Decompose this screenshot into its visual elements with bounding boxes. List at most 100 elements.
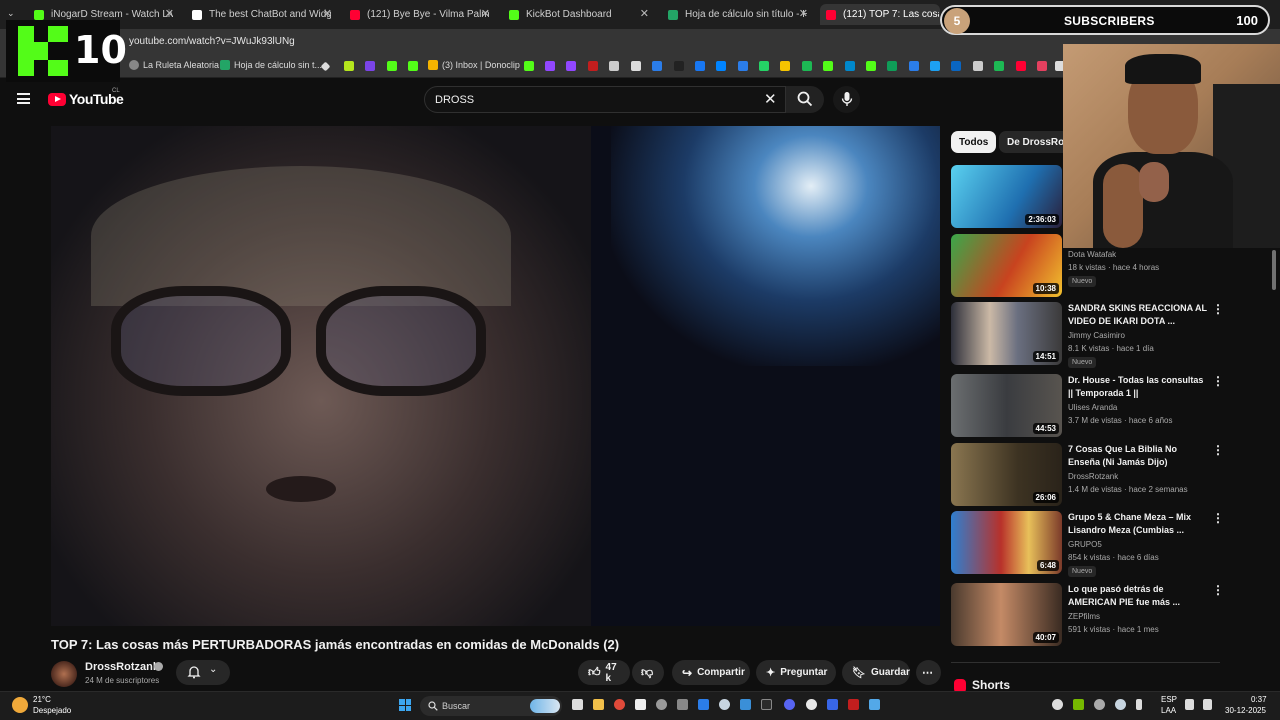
bookmark-item[interactable]: Hoja de cálculo sin t... [220,60,322,70]
tab-close-icon[interactable]: ✕ [323,7,332,20]
browser-tab[interactable]: (121) Bye Bye - Vilma Palma e ✕ [344,4,496,25]
kebab-menu-icon[interactable]: ⋮ [1212,511,1224,525]
steam-tray-icon[interactable] [1115,699,1126,710]
url-text[interactable]: youtube.com/watch?v=JWuJk93lUNg [129,36,295,47]
bookmark-item[interactable]: (3) Inbox | Donoclip [428,60,520,70]
input-language[interactable]: ESP [1161,695,1177,704]
bookmark-icon[interactable] [387,61,397,71]
channel-name[interactable]: DrossRotzank [85,661,159,673]
volume-icon[interactable] [1203,699,1212,710]
dislike-button[interactable]: 👎︎ [632,660,664,685]
bookmark-icon[interactable] [631,61,641,71]
ask-button[interactable]: ✦ Preguntar [756,660,836,685]
save-button[interactable]: 🔖︎ Guardar [842,660,910,685]
bookmark-icon[interactable] [588,61,598,71]
notification-bell-button[interactable]: ⌄ [176,660,230,685]
app-icon[interactable] [740,699,751,710]
nvidia-icon[interactable] [1073,699,1084,710]
task-view-icon[interactable] [572,699,583,710]
bookmark-icon[interactable] [738,61,748,71]
tab-close-icon[interactable]: ✕ [481,7,490,20]
tab-close-icon[interactable]: ✕ [799,7,808,20]
related-video-channel[interactable]: GRUPO5 [1068,540,1102,549]
network-icon[interactable] [1185,699,1194,710]
voice-search-button[interactable] [833,86,860,113]
discord-icon[interactable] [784,699,795,710]
kebab-menu-icon[interactable]: ⋮ [1212,374,1224,388]
bookmark-icon[interactable] [951,61,961,71]
bookmark-icon[interactable] [344,61,354,71]
related-video-thumbnail[interactable]: 40:07 [951,583,1062,646]
app-icon[interactable] [848,699,859,710]
bookmark-icon[interactable] [930,61,940,71]
like-button[interactable]: 👍︎ 47 k [578,660,630,685]
chrome-icon[interactable] [614,699,625,710]
related-video-thumbnail[interactable]: 14:51 [951,302,1062,365]
bookmark-item[interactable]: La Ruleta Aleatoria [129,60,219,70]
app-icon[interactable] [677,699,688,710]
app-icon[interactable] [698,699,709,710]
related-video-channel[interactable]: Jimmy Casimiro [1068,331,1125,340]
start-button[interactable] [399,699,411,711]
search-button[interactable] [786,86,824,113]
app-icon[interactable] [869,699,880,710]
related-video-thumbnail[interactable]: 10:38 [951,234,1062,297]
bookmark-icon[interactable] [716,61,726,71]
related-video-thumbnail[interactable]: 44:53 [951,374,1062,437]
bookmark-icon[interactable] [973,61,983,71]
tab-list-dropdown-icon[interactable]: ⌄ [7,8,15,19]
related-video-channel[interactable]: ZEPfilms [1068,612,1100,621]
hamburger-menu-icon[interactable] [17,93,30,104]
kebab-menu-icon[interactable]: ⋮ [1212,583,1224,597]
bookmark-icon[interactable] [524,61,534,71]
bookmark-icon[interactable] [994,61,1004,71]
scrollbar[interactable] [1272,250,1276,290]
tab-close-icon[interactable]: ✕ [640,7,649,20]
related-video-channel[interactable]: Ulises Aranda [1068,403,1117,412]
bookmark-icon[interactable] [1016,61,1026,71]
browser-tab[interactable]: KickBot Dashboard ✕ [503,4,655,25]
related-video-thumbnail[interactable]: 26:06 [951,443,1062,506]
bookmark-icon[interactable] [866,61,876,71]
related-video-title[interactable]: Grupo 5 & Chane Meza – Mix Lisandro Meza… [1068,511,1208,537]
browser-tab[interactable]: Hoja de cálculo sin título - Hoja ✕ [662,4,814,25]
bookmark-icon[interactable] [674,61,684,71]
related-video-title[interactable]: Lo que pasó detrás de AMERICAN PIE fue m… [1068,583,1208,609]
kebab-menu-icon[interactable]: ⋮ [1212,302,1224,316]
clear-search-icon[interactable]: ✕ [764,90,777,108]
bookmark-icon[interactable] [802,61,812,71]
related-video-thumbnail[interactable]: 2:36:03 [951,165,1062,228]
weather-description[interactable]: Despejado [33,706,71,715]
keyboard-layout[interactable]: LAA [1161,706,1176,715]
search-input[interactable]: DROSS ✕ [424,86,786,113]
bookmark-icon[interactable] [909,61,919,71]
bookmark-icon[interactable] [365,61,375,71]
weather-moon-icon[interactable] [12,697,28,713]
related-video-channel[interactable]: Dota Watafak [1068,250,1116,259]
clock-date[interactable]: 30-12-2025 [1225,706,1266,715]
tray-icon[interactable] [1094,699,1105,710]
shorts-heading[interactable]: Shorts [972,678,1010,692]
tray-icon[interactable] [1136,699,1142,710]
related-video-title[interactable]: 7 Cosas Que La Biblia No Enseña (Ni Jamá… [1068,443,1208,469]
bookmark-icon[interactable] [887,61,897,71]
bookmark-icon[interactable] [545,61,555,71]
app-icon[interactable] [656,699,667,710]
tab-close-icon[interactable]: ✕ [165,7,174,20]
browser-tab-active[interactable]: (121) TOP 7: Las cosas más [820,4,940,25]
related-video-thumbnail[interactable]: 6:48 [951,511,1062,574]
steam-icon[interactable] [719,699,730,710]
bookmark-icon[interactable] [652,61,662,71]
app-icon[interactable] [806,699,817,710]
bookmark-icon[interactable] [845,61,855,71]
related-video-title[interactable]: Dr. House - Todas las consultas || Tempo… [1068,374,1208,400]
bookmark-icon[interactable] [566,61,576,71]
bookmark-icon[interactable] [759,61,769,71]
share-button[interactable]: ↪ Compartir [672,660,750,685]
bookmark-icon[interactable] [695,61,705,71]
browser-tab[interactable]: The best ChatBot and Widgets ✕ [186,4,338,25]
app-icon[interactable] [635,699,646,710]
file-explorer-icon[interactable] [593,699,604,710]
related-video-channel[interactable]: DrossRotzank [1068,472,1118,481]
search-query[interactable]: DROSS [435,94,474,106]
